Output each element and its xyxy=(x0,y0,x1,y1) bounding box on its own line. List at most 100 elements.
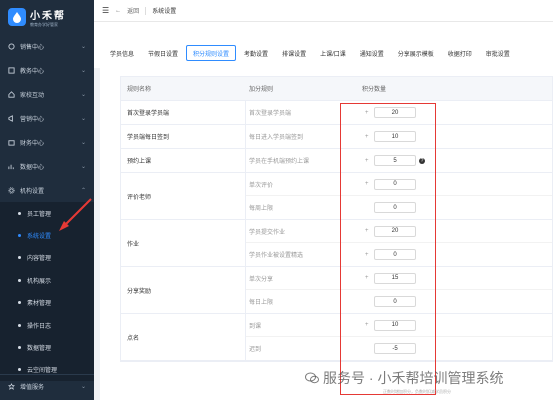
rule-description: 到课 xyxy=(249,323,262,330)
plus-sign: + xyxy=(365,181,369,187)
tab-scheduling[interactable]: 排课设置 xyxy=(276,45,312,61)
rule-subrow: 到课 +10 xyxy=(246,314,552,337)
sidebar-item-label: 家校互动 xyxy=(20,92,45,99)
tab-approval[interactable]: 审批设置 xyxy=(480,45,516,61)
points-input[interactable]: 0 xyxy=(374,202,416,213)
page-title: 系统设置 xyxy=(152,9,177,15)
submenu-item-logs[interactable]: 操作日志 xyxy=(0,314,94,336)
points-input[interactable]: 5 xyxy=(374,155,416,166)
rule-description: 学员作业被设置精选 xyxy=(249,253,304,259)
plus-sign: + xyxy=(365,275,369,281)
chevron-down-icon: ⌄ xyxy=(80,43,86,50)
tab-student-info[interactable]: 学员信息 xyxy=(104,45,140,61)
sidebar-item-home-school[interactable]: 家校互动 ⌄ xyxy=(0,82,94,106)
tab-notifications[interactable]: 通知设置 xyxy=(354,45,390,61)
sales-icon xyxy=(8,42,15,50)
points-input[interactable]: 10 xyxy=(374,319,416,331)
bullet-icon xyxy=(18,234,21,238)
plus-sign: + xyxy=(365,228,369,234)
table-row: 分享奖励 单次分享 +15 每日上限 0 xyxy=(121,267,552,314)
sidebar-item-org-settings[interactable]: 机构设置 ⌃ xyxy=(0,178,94,202)
plus-sign: + xyxy=(365,251,369,258)
points-input[interactable]: -5 xyxy=(374,343,416,354)
table-row: 预约上课 学员在手机端预约上课 +5? xyxy=(121,149,552,173)
sidebar-item-value-added[interactable]: 增值服务 ⌄ xyxy=(0,374,94,398)
chevron-down-icon: ⌄ xyxy=(80,67,86,74)
home-school-icon xyxy=(8,90,15,98)
submenu-item-staff[interactable]: 员工管理 xyxy=(0,202,94,224)
rule-subrow: 每周上限 0 xyxy=(246,196,552,219)
header-add-rule: 加分规则 xyxy=(249,87,274,93)
sidebar-item-data[interactable]: 数据中心 ⌄ xyxy=(0,154,94,178)
rule-name: 评价老师 xyxy=(121,173,246,219)
logo-icon xyxy=(8,8,26,26)
tab-points-rules[interactable]: 积分规则设置 xyxy=(186,45,237,61)
sidebar-item-label: 机构设置 xyxy=(20,188,45,195)
sidebar-item-label: 财务中心 xyxy=(20,140,45,147)
tab-share-template[interactable]: 分享展示模板 xyxy=(392,45,440,61)
sidebar-item-marketing[interactable]: 营销中心 ⌄ xyxy=(0,106,94,130)
chevron-down-icon: ⌄ xyxy=(80,163,86,170)
points-input[interactable]: 20 xyxy=(374,225,416,237)
sidebar-item-finance[interactable]: 财务中心 ⌄ xyxy=(0,130,94,154)
rule-name: 点名 xyxy=(121,314,246,360)
points-input[interactable]: 0 xyxy=(374,296,416,307)
submenu-item-data-mgmt[interactable]: 数据管理 xyxy=(0,336,94,358)
wechat-icon xyxy=(305,372,319,384)
points-input[interactable]: 20 xyxy=(374,107,416,118)
rule-subrow: 学员提交作业 +20 xyxy=(246,220,552,243)
divider xyxy=(145,6,147,15)
rule-subrow: 每日进入学员端签到 +10 xyxy=(246,125,552,148)
tab-attendance[interactable]: 考勤设置 xyxy=(238,45,274,61)
rule-description: 迟到 xyxy=(249,347,262,353)
tab-class-checkin[interactable]: 上课/口课 xyxy=(314,45,352,61)
sidebar: 小禾帮 教育办学好管家 销售中心 ⌄ 教务中心 ⌄ 家校互动 ⌄ 营销中心 ⌄ … xyxy=(0,0,94,400)
points-input[interactable]: 0 xyxy=(374,249,416,260)
table-row: 评价老师 单次评价 +0 每周上限 0 xyxy=(121,173,552,220)
points-input[interactable]: 0 xyxy=(374,178,416,190)
rule-subrow: 学员作业被设置精选 +0 xyxy=(246,243,552,266)
submenu-item-showcase[interactable]: 机构展示 xyxy=(0,269,94,291)
back-link[interactable]: 返回 xyxy=(127,6,139,15)
org-settings-icon xyxy=(8,186,15,194)
submenu-item-system-settings[interactable]: 系统设置 xyxy=(0,224,94,246)
rule-name: 分享奖励 xyxy=(121,267,246,313)
sidebar-item-academic[interactable]: 教务中心 ⌄ xyxy=(0,58,94,82)
rule-name: 首次登录学员端 xyxy=(121,101,246,124)
chevron-down-icon: ⌄ xyxy=(80,384,86,390)
back-icon[interactable]: ← xyxy=(115,8,121,14)
points-input[interactable]: 10 xyxy=(374,131,416,142)
sidebar-item-label: 增值服务 xyxy=(20,385,45,391)
header-points: 积分数量 xyxy=(362,87,387,93)
brand-subtitle: 教育办学好管家 xyxy=(30,21,58,27)
top-bar: ☰ ← 返回 系统设置 xyxy=(94,0,553,22)
menu-toggle-icon[interactable]: ☰ xyxy=(102,6,109,15)
rule-description: 单次分享 xyxy=(249,276,274,283)
tab-holidays[interactable]: 节假日设置 xyxy=(142,45,184,61)
submenu-org-settings: 员工管理 系统设置 内容管理 机构展示 素材管理 操作日志 数据管理 云空间管理 xyxy=(0,202,94,382)
finance-icon xyxy=(8,139,15,146)
sidebar-item-label: 数据中心 xyxy=(20,164,45,171)
bullet-icon xyxy=(18,323,21,327)
footnote-text: 正数时增加积分，负数时扣减学员积分 xyxy=(383,389,451,394)
bullet-icon xyxy=(18,278,21,282)
bullet-icon xyxy=(18,301,21,305)
bullet-icon xyxy=(18,256,21,260)
logo: 小禾帮 教育办学好管家 xyxy=(0,0,94,34)
submenu-item-materials[interactable]: 素材管理 xyxy=(0,292,94,314)
plus-sign: + xyxy=(365,133,369,140)
data-icon xyxy=(8,164,14,169)
rule-description: 学员提交作业 xyxy=(249,229,286,236)
points-input[interactable]: 15 xyxy=(374,272,416,284)
marketing-icon xyxy=(8,114,13,122)
sidebar-item-sales[interactable]: 销售中心 ⌄ xyxy=(0,34,94,58)
tab-receipt-print[interactable]: 收据打印 xyxy=(442,45,478,61)
rule-description: 学员在手机端预约上课 xyxy=(249,159,310,165)
rule-subrow: 每日上限 0 xyxy=(246,290,552,313)
sidebar-item-label: 销售中心 xyxy=(20,44,45,51)
help-icon[interactable]: ? xyxy=(419,157,425,164)
submenu-item-content[interactable]: 内容管理 xyxy=(0,247,94,269)
rule-description: 每日进入学员端签到 xyxy=(249,135,304,141)
chevron-up-icon: ⌃ xyxy=(80,187,86,194)
rule-subrow: 学员在手机端预约上课 +5? xyxy=(246,149,552,172)
